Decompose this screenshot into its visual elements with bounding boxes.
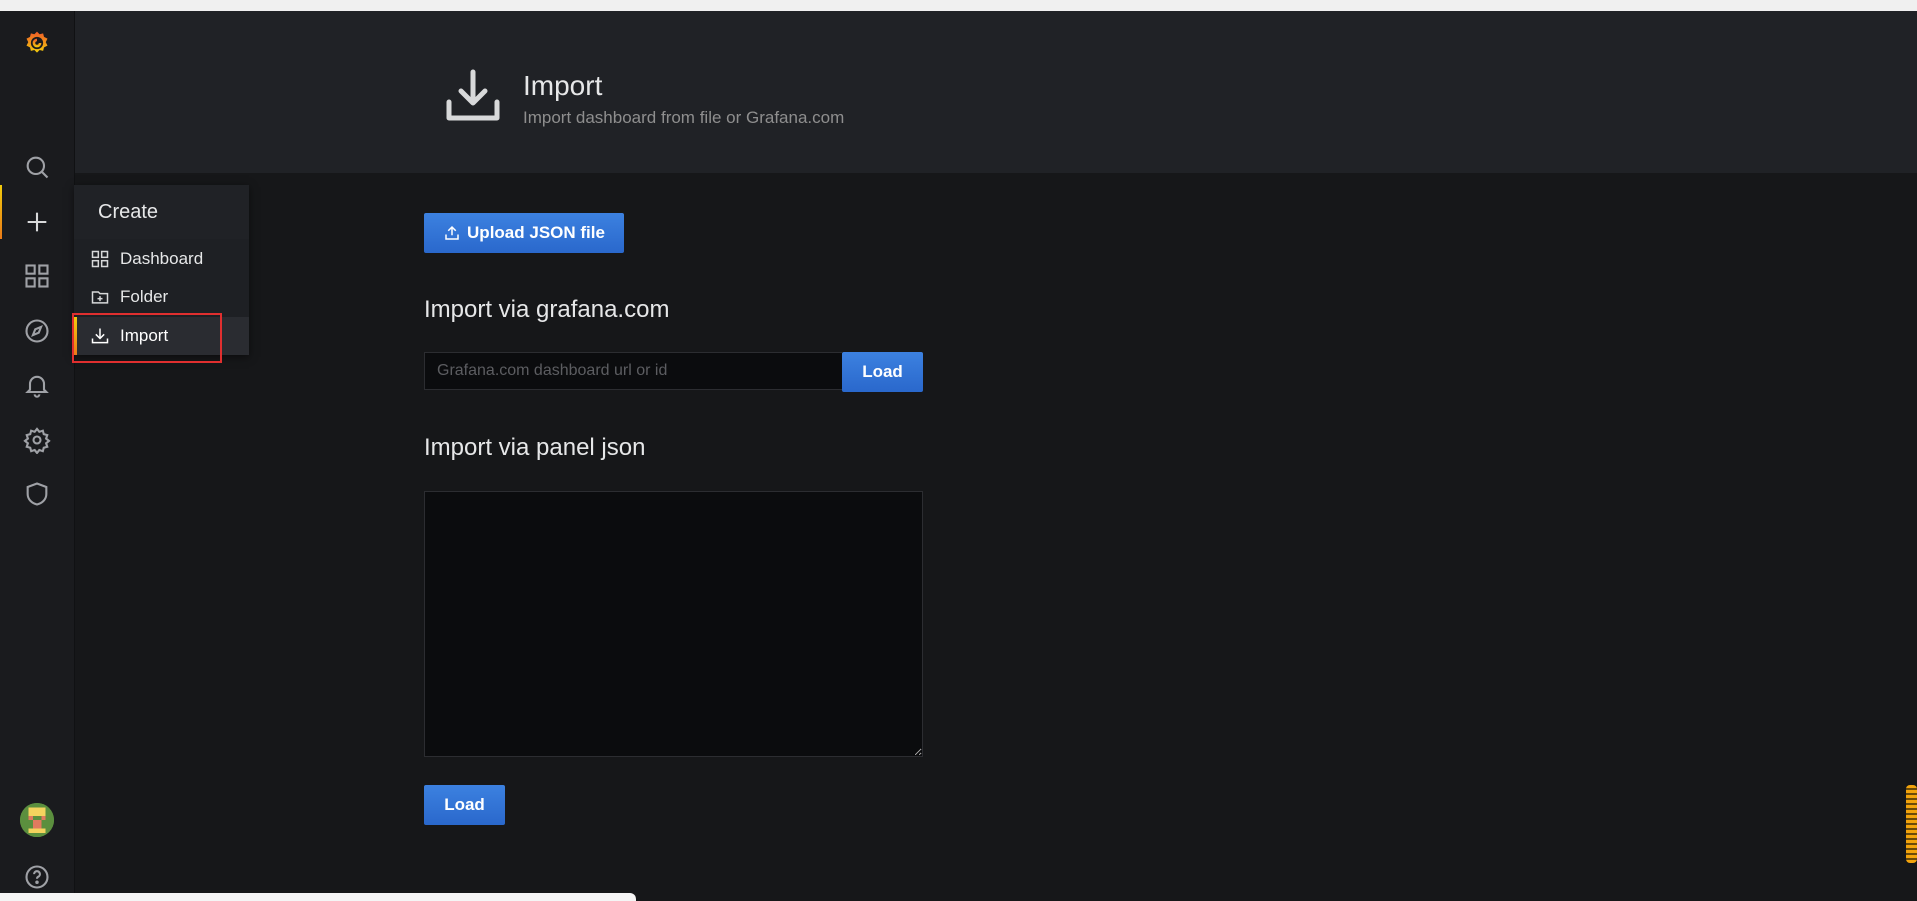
page-subtitle: Import dashboard from file or Grafana.co… (523, 108, 845, 127)
compass-icon[interactable] (17, 311, 57, 351)
help-icon[interactable] (17, 857, 57, 897)
apps-icon (91, 250, 109, 268)
highlight-annotation (72, 313, 222, 363)
panel-load-button[interactable]: Load (424, 785, 505, 825)
panel-load-label: Load (444, 795, 485, 814)
grafana-logo[interactable] (17, 23, 57, 63)
browser-strip (0, 0, 1917, 11)
grafana-url-input[interactable] (424, 352, 842, 390)
plus-icon[interactable] (17, 202, 57, 242)
import-icon (443, 66, 503, 126)
panel-json-title: Import via panel json (424, 434, 646, 461)
page-title: Import (523, 70, 603, 101)
create-menu-label: Folder (120, 287, 169, 306)
create-menu-item-dashboard[interactable]: Dashboard (74, 240, 249, 278)
grafana-load-button[interactable]: Load (842, 352, 923, 392)
grafana-load-label: Load (862, 362, 903, 381)
bell-icon[interactable] (17, 365, 57, 405)
cog-icon[interactable] (17, 420, 57, 460)
apps-icon[interactable] (17, 256, 57, 296)
create-menu-label: Dashboard (120, 249, 204, 268)
upload-json-label: Upload JSON file (467, 223, 605, 242)
shield-icon[interactable] (17, 474, 57, 514)
status-tooltip (0, 893, 636, 901)
active-indicator (0, 185, 2, 239)
page-header: Import Import dashboard from file or Gra… (75, 11, 1917, 173)
create-menu-item-folder[interactable]: Folder (74, 278, 249, 316)
panel-json-textarea[interactable] (424, 491, 923, 757)
create-dropdown-title[interactable]: Create (74, 185, 249, 239)
avatar[interactable] (20, 803, 54, 837)
sidebar (0, 11, 75, 901)
upload-json-button[interactable]: Upload JSON file (424, 213, 624, 253)
scrollbar-thumb[interactable] (1906, 785, 1917, 863)
folder-plus-icon (91, 291, 109, 304)
upload-icon (445, 225, 459, 240)
grafana-import-title: Import via grafana.com (424, 296, 670, 323)
search-icon[interactable] (17, 147, 57, 187)
